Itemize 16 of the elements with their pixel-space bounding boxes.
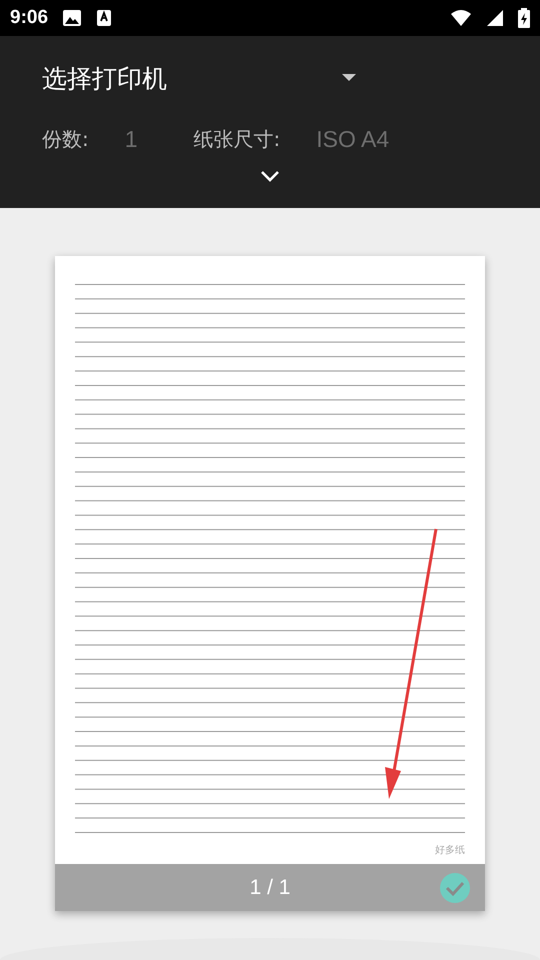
signal-icon (486, 9, 504, 27)
font-icon (96, 9, 112, 27)
printer-selector[interactable]: 选择打印机 (42, 62, 167, 94)
wifi-icon (450, 9, 472, 27)
check-icon[interactable] (440, 873, 470, 903)
option-label: 份数: (42, 126, 89, 152)
page-footer-text: 好多纸 (435, 844, 465, 857)
option-value[interactable]: 1 (124, 126, 138, 152)
battery-icon (518, 8, 530, 28)
expand-chevron-icon[interactable] (260, 170, 280, 182)
option-value[interactable]: ISO A4 (316, 126, 390, 152)
page-number: 1 / 1 (250, 876, 290, 900)
image-icon (62, 9, 82, 27)
status-time: 9:06 (10, 7, 48, 29)
dropdown-caret-icon[interactable] (342, 74, 356, 82)
option-label: 纸张尺寸: (194, 126, 280, 152)
